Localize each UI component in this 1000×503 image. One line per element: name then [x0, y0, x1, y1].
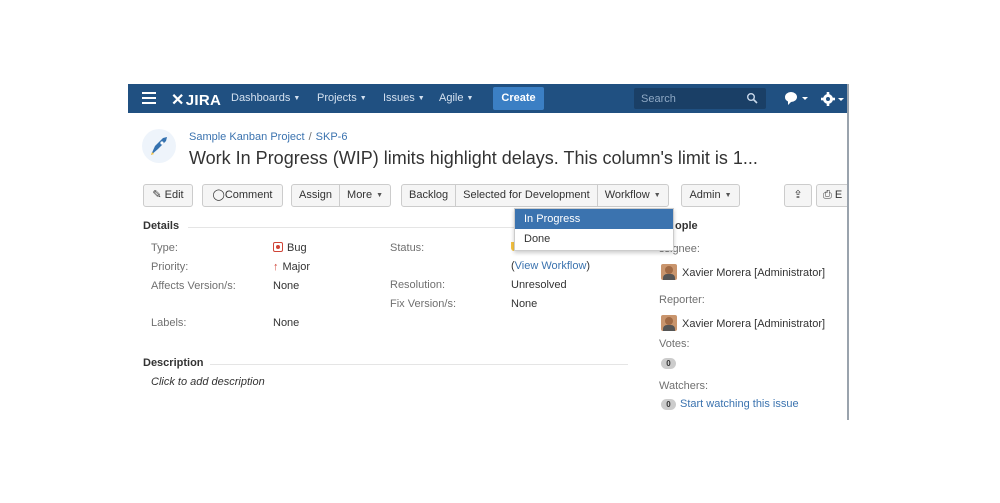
- type-text: Bug: [287, 242, 307, 254]
- type-label: Type:: [151, 242, 178, 254]
- share-button[interactable]: ⇪: [784, 184, 812, 207]
- export-icon: ⎙: [823, 189, 835, 201]
- status-label: Status:: [390, 242, 425, 254]
- nav-issues[interactable]: Issues ▼: [383, 92, 425, 104]
- workflow-dropdown: In Progress Done: [514, 208, 674, 251]
- labels-label: Labels:: [151, 317, 187, 329]
- reporter-name[interactable]: Xavier Morera [Administrator]: [682, 318, 825, 330]
- description-heading: Description: [143, 357, 204, 369]
- jira-logo[interactable]: ✕JIRA: [171, 90, 221, 110]
- people-heading: ople: [675, 220, 698, 232]
- start-watching-link[interactable]: Start watching this issue: [680, 398, 799, 410]
- more-label: More: [347, 189, 373, 201]
- watchers-label: Watchers:: [659, 380, 709, 392]
- workflow-label: Workflow: [604, 189, 650, 201]
- assignee-name[interactable]: Xavier Morera [Administrator]: [682, 267, 825, 279]
- arrow-up-icon: ↑: [273, 261, 279, 273]
- chevron-down-icon: ▼: [376, 192, 384, 199]
- speech-bubble-icon: ◯: [212, 189, 225, 201]
- rocket-icon: [151, 137, 167, 155]
- chevron-down-icon: ▼: [359, 95, 367, 102]
- export-label: E: [834, 189, 843, 201]
- breadcrumb-issue-link[interactable]: SKP-6: [316, 131, 348, 143]
- view-workflow-link[interactable]: View Workflow: [515, 260, 587, 272]
- avatar: [661, 264, 677, 280]
- view-workflow: (View Workflow): [511, 260, 590, 272]
- affects-version-value: None: [273, 280, 300, 292]
- priority-label: Priority:: [151, 261, 189, 273]
- chevron-down-icon: ▼: [724, 192, 732, 199]
- description-placeholder[interactable]: Click to add description: [151, 376, 265, 388]
- fix-version-label: Fix Version/s:: [390, 298, 457, 310]
- priority-value: ↑ Major: [273, 261, 310, 273]
- votes-label: Votes:: [659, 338, 690, 350]
- workflow-button[interactable]: Workflow ▼: [598, 185, 668, 206]
- issue-title[interactable]: Work In Progress (WIP) limits highlight …: [189, 148, 789, 169]
- bug-icon: [273, 242, 283, 252]
- nav-dashboards[interactable]: Dashboards ▼: [231, 92, 300, 104]
- search-icon[interactable]: [746, 92, 758, 104]
- breadcrumb: Sample Kanban Project / SKP-6: [189, 131, 347, 143]
- comment-label: Comment: [224, 189, 273, 201]
- details-heading: Details: [143, 220, 180, 232]
- nav-dashboards-label: Dashboards: [231, 92, 291, 104]
- reporter-label: Reporter:: [659, 294, 705, 306]
- share-icon: ⇪: [793, 189, 803, 201]
- assign-button[interactable]: Assign: [292, 185, 341, 206]
- chevron-down-icon: ▼: [293, 95, 301, 102]
- search-input[interactable]: [641, 91, 741, 106]
- project-avatar[interactable]: [142, 129, 176, 163]
- menu-icon[interactable]: [142, 92, 156, 104]
- type-value: Bug: [273, 242, 307, 254]
- description-divider: [210, 364, 628, 365]
- help-icon[interactable]: [783, 91, 809, 107]
- workflow-transitions-group: Backlog Selected for Development Workflo…: [401, 184, 669, 207]
- workflow-option-done[interactable]: Done: [515, 229, 673, 249]
- watchers-count-badge[interactable]: 0: [661, 399, 676, 410]
- create-button[interactable]: Create: [493, 87, 544, 110]
- assign-more-group: Assign More ▼: [291, 184, 392, 207]
- backlog-button[interactable]: Backlog: [402, 185, 457, 206]
- fix-version-value: None: [511, 298, 538, 310]
- votes-count-badge[interactable]: 0: [661, 358, 676, 369]
- reporter-value: Xavier Morera [Administrator]: [661, 315, 825, 331]
- nav-agile-label: Agile: [439, 92, 464, 104]
- chevron-down-icon: ▼: [417, 95, 425, 102]
- labels-value: None: [273, 317, 300, 329]
- edit-label: Edit: [164, 189, 184, 201]
- avatar: [661, 315, 677, 331]
- resolution-label: Resolution:: [390, 279, 446, 291]
- nav-agile[interactable]: Agile ▼: [439, 92, 473, 104]
- more-button[interactable]: More ▼: [340, 185, 390, 206]
- view-workflow-paren-close: ): [586, 260, 591, 272]
- breadcrumb-separator: /: [308, 131, 312, 143]
- nav-projects[interactable]: Projects ▼: [317, 92, 367, 104]
- admin-button[interactable]: Admin ▼: [681, 184, 740, 207]
- chevron-down-icon: ▼: [466, 95, 474, 102]
- workflow-option-in-progress[interactable]: In Progress: [515, 209, 673, 229]
- gear-icon[interactable]: [820, 90, 846, 108]
- admin-label: Admin: [689, 189, 721, 201]
- pencil-icon: ✎: [152, 189, 165, 201]
- nav-issues-label: Issues: [383, 92, 415, 104]
- assignee-value: Xavier Morera [Administrator]: [661, 264, 825, 280]
- watchers-value: 0 Start watching this issue: [661, 398, 799, 410]
- resolution-value: Unresolved: [511, 279, 567, 291]
- export-button[interactable]: ⎙ E: [816, 184, 847, 207]
- comment-button[interactable]: ◯Comment: [202, 184, 283, 207]
- affects-version-label: Affects Version/s:: [151, 280, 236, 292]
- chevron-down-icon: ▼: [653, 192, 661, 199]
- breadcrumb-project-link[interactable]: Sample Kanban Project: [189, 131, 305, 143]
- nav-projects-label: Projects: [317, 92, 357, 104]
- votes-value: 0: [661, 357, 680, 369]
- top-navigation-bar: ✕JIRA Dashboards ▼ Projects ▼ Issues ▼ Agil…: [128, 84, 847, 113]
- edit-button[interactable]: ✎ Edit: [143, 184, 193, 207]
- search-box: [634, 88, 766, 109]
- priority-text: Major: [282, 261, 311, 273]
- jira-window: ✕JIRA Dashboards ▼ Projects ▼ Issues ▼ Agil…: [128, 84, 849, 420]
- selected-for-development-button[interactable]: Selected for Development: [456, 185, 598, 206]
